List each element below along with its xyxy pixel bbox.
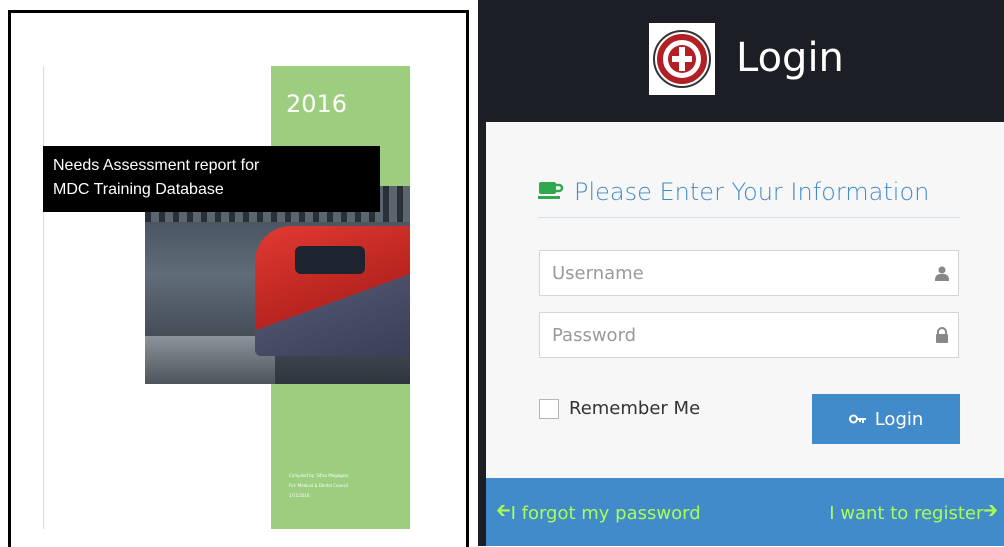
- cover-footer-date: 1/11/2016: [289, 493, 310, 498]
- username-input[interactable]: [540, 251, 920, 295]
- cover-footer: Compiled by: Sifiso Magagula For: Medica…: [289, 471, 407, 501]
- login-button[interactable]: Login: [812, 394, 960, 444]
- password-field[interactable]: [539, 312, 959, 358]
- arrow-right-icon: 🡲: [983, 500, 998, 521]
- forgot-password-link[interactable]: 🡰 I forgot my password: [496, 498, 701, 528]
- remember-me-label[interactable]: Remember Me: [569, 398, 700, 419]
- login-button-label: Login: [874, 408, 924, 430]
- login-footer: 🡰 I forgot my password I want to registe…: [486, 478, 1004, 546]
- register-label: I want to register: [829, 502, 984, 524]
- document-preview-frame: 2016 Needs Assessment report for MDC Tra…: [8, 10, 469, 547]
- cover-title-box: Needs Assessment report for MDC Training…: [43, 146, 380, 212]
- lock-icon: [934, 327, 950, 343]
- remember-me[interactable]: Remember Me: [539, 398, 700, 419]
- forgot-password-label: I forgot my password: [510, 502, 701, 524]
- form-heading: Please Enter Your Information: [538, 178, 929, 206]
- coffee-icon: [538, 179, 564, 205]
- remember-me-checkbox[interactable]: [539, 398, 559, 419]
- login-header: Login: [478, 0, 1004, 122]
- document-cover-page: 2016 Needs Assessment report for MDC Tra…: [43, 66, 410, 529]
- key-icon: [848, 410, 867, 429]
- cover-year: 2016: [286, 90, 348, 118]
- form-heading-text: Please Enter Your Information: [574, 178, 930, 206]
- user-icon: [934, 265, 950, 281]
- page-margin-line: [43, 66, 44, 529]
- train-window: [295, 246, 365, 274]
- cover-footer-author: Compiled by: Sifiso Magagula: [289, 473, 348, 478]
- council-logo: [649, 23, 715, 95]
- train-station-photo: [145, 186, 410, 384]
- cover-footer-org: For: Medical & Dental Council: [289, 483, 348, 488]
- cover-title-line-1: Needs Assessment report for: [53, 157, 260, 174]
- heading-divider: [538, 217, 960, 218]
- login-form-body: Please Enter Your Information Username R…: [486, 122, 1004, 478]
- username-field[interactable]: [539, 250, 959, 296]
- login-heading: Login: [736, 35, 844, 81]
- arrow-left-icon: 🡰: [496, 500, 511, 521]
- password-input[interactable]: [540, 313, 920, 357]
- login-panel: Login Please Enter Your Information User…: [478, 0, 1004, 546]
- cover-title-line-2: MDC Training Database: [53, 181, 224, 198]
- register-link[interactable]: I want to register 🡲: [829, 498, 998, 528]
